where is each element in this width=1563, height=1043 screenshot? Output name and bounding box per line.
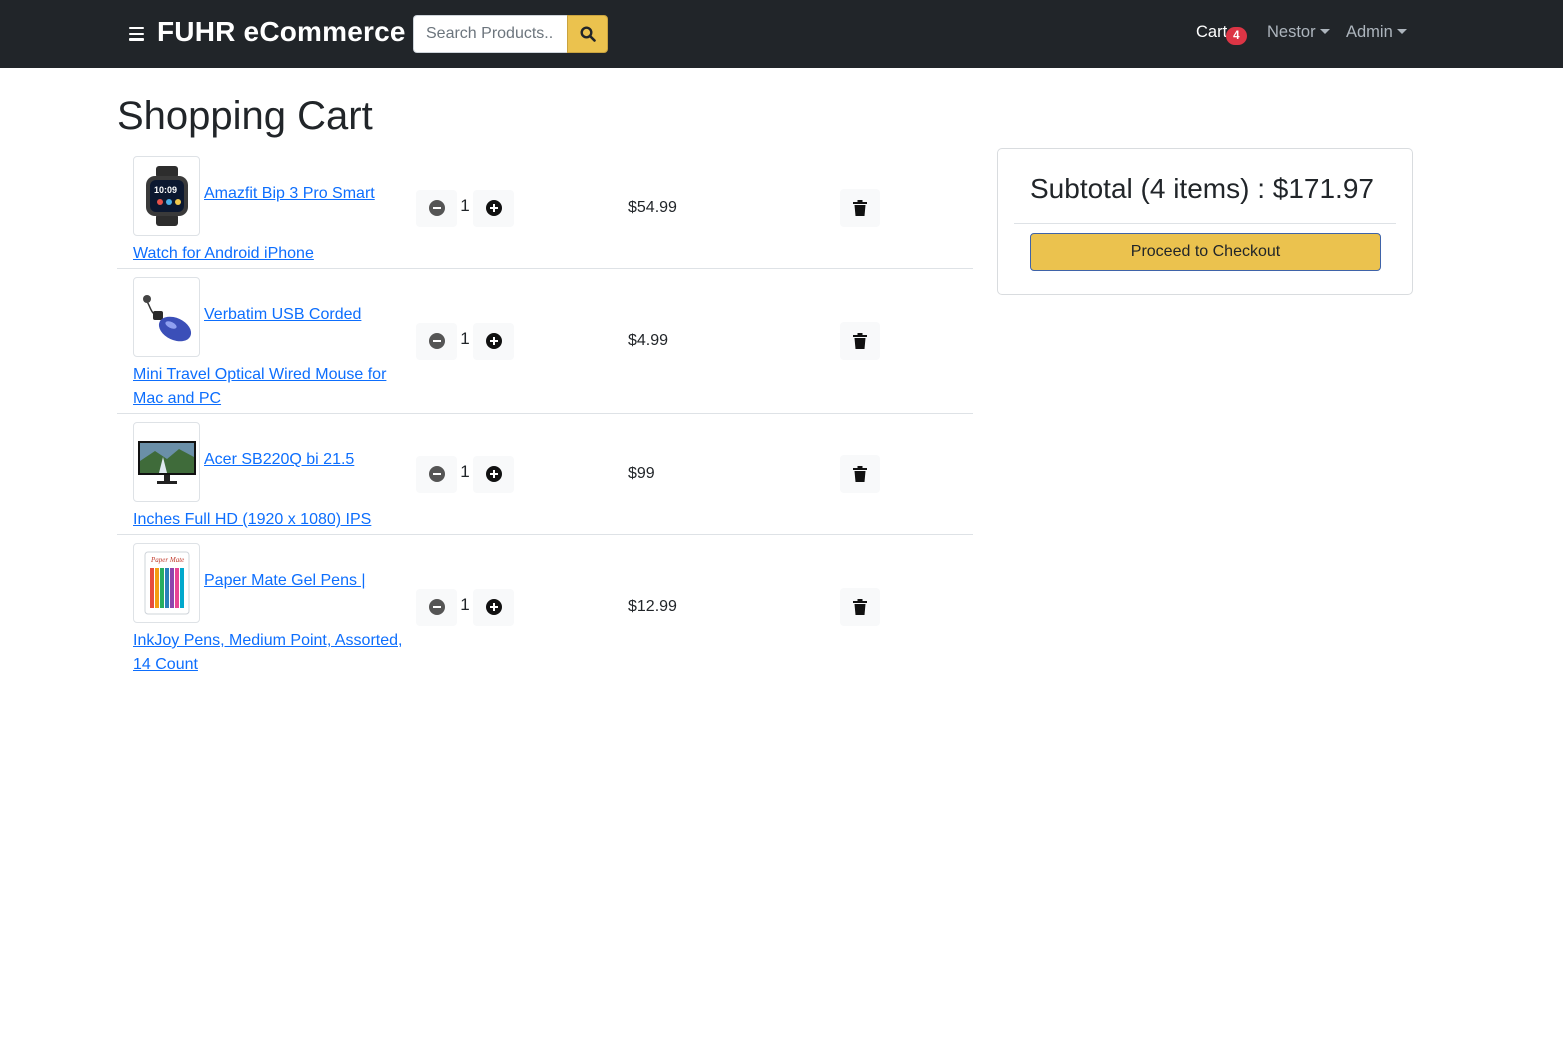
decrease-qty-button[interactable] [416,322,457,360]
pens-image[interactable]: Paper Mate [133,543,200,623]
quantity-value: 1 [460,329,470,348]
trash-icon [853,466,867,482]
cart-count-badge: 4 [1226,27,1247,45]
product-link-continued[interactable]: Inches Full HD (1920 x 1080) IPS [133,508,407,532]
top-navbar: FUHR eCommerce Cart4 Nestor Admin [0,0,1563,68]
quantity-value: 1 [460,462,470,481]
page-title: Shopping Cart [117,94,373,138]
product-link-continued[interactable]: Mini Travel Optical Wired Mouse for Mac … [133,363,407,411]
item-price: $12.99 [628,598,677,615]
user-menu-dropdown[interactable]: Nestor [1267,23,1330,42]
menu-icon[interactable] [129,27,144,41]
search-icon [579,26,596,42]
smartwatch-image[interactable]: 10:09 [133,156,200,236]
summary-divider [1014,223,1396,224]
quantity-stepper: 1 [416,189,514,227]
mouse-image[interactable] [133,277,200,357]
cart-link[interactable]: Cart 4 [1196,23,1247,45]
cart-label: Cart [1196,23,1228,41]
quantity-value: 1 [460,595,470,614]
product-link-continued[interactable]: InkJoy Pens, Medium Point, Assorted, 14 … [133,629,407,677]
admin-menu-label: Admin [1346,23,1393,41]
product-cell: Paper Mate Paper Mate Gel Pens | InkJoy … [117,535,407,684]
svg-text:Paper Mate: Paper Mate [150,556,184,564]
cart-item: Paper Mate Paper Mate Gel Pens | InkJoy … [117,535,973,680]
cart-item: Verbatim USB Corded Mini Travel Optical … [117,269,973,414]
increase-qty-button[interactable] [473,322,514,360]
quantity-value: 1 [460,196,470,215]
caret-down-icon [1319,29,1330,34]
order-summary-card: Subtotal (4 items) : $171.97 Proceed to … [997,148,1413,295]
quantity-stepper: 1 [416,588,514,626]
plus-circle-icon [485,200,502,216]
search-input[interactable] [413,15,567,53]
cart-items-list: 10:09 Amazfit Bip 3 Pro Smart Watch for … [117,148,973,680]
quantity-stepper: 1 [416,322,514,360]
item-price: $54.99 [628,199,677,216]
minus-circle-icon [428,333,445,349]
product-cell: Verbatim USB Corded Mini Travel Optical … [117,269,407,418]
plus-circle-icon [485,599,502,615]
brand-logo[interactable]: FUHR eCommerce [157,16,406,48]
product-link-continued[interactable]: Watch for Android iPhone [133,242,407,266]
increase-qty-button[interactable] [473,189,514,227]
remove-item-button[interactable] [840,455,880,493]
cart-item: 10:09 Amazfit Bip 3 Pro Smart Watch for … [117,148,973,269]
decrease-qty-button[interactable] [416,189,457,227]
product-cell: 10:09 Amazfit Bip 3 Pro Smart Watch for … [117,148,407,273]
user-menu-label: Nestor [1267,23,1316,41]
plus-circle-icon [485,466,502,482]
trash-icon [853,599,867,615]
subtotal-text: Subtotal (4 items) : $171.97 [1030,173,1374,204]
minus-circle-icon [428,200,445,216]
decrease-qty-button[interactable] [416,588,457,626]
search-button[interactable] [567,15,608,53]
remove-item-button[interactable] [840,588,880,626]
search-form [413,15,608,53]
item-price: $99 [628,465,655,482]
checkout-button[interactable]: Proceed to Checkout [1030,233,1381,271]
trash-icon [853,333,867,349]
remove-item-button[interactable] [840,189,880,227]
plus-circle-icon [485,333,502,349]
quantity-stepper: 1 [416,455,514,493]
caret-down-icon [1396,29,1407,34]
item-price: $4.99 [628,332,669,349]
increase-qty-button[interactable] [473,455,514,493]
minus-circle-icon [428,466,445,482]
decrease-qty-button[interactable] [416,455,457,493]
remove-item-button[interactable] [840,322,880,360]
minus-circle-icon [428,599,445,615]
cart-item: Acer SB220Q bi 21.5 Inches Full HD (1920… [117,414,973,535]
product-cell: Acer SB220Q bi 21.5 Inches Full HD (1920… [117,414,407,539]
trash-icon [853,200,867,216]
monitor-image[interactable] [133,422,200,502]
admin-menu-dropdown[interactable]: Admin [1346,23,1407,42]
increase-qty-button[interactable] [473,588,514,626]
svg-text:10:09: 10:09 [154,185,177,195]
